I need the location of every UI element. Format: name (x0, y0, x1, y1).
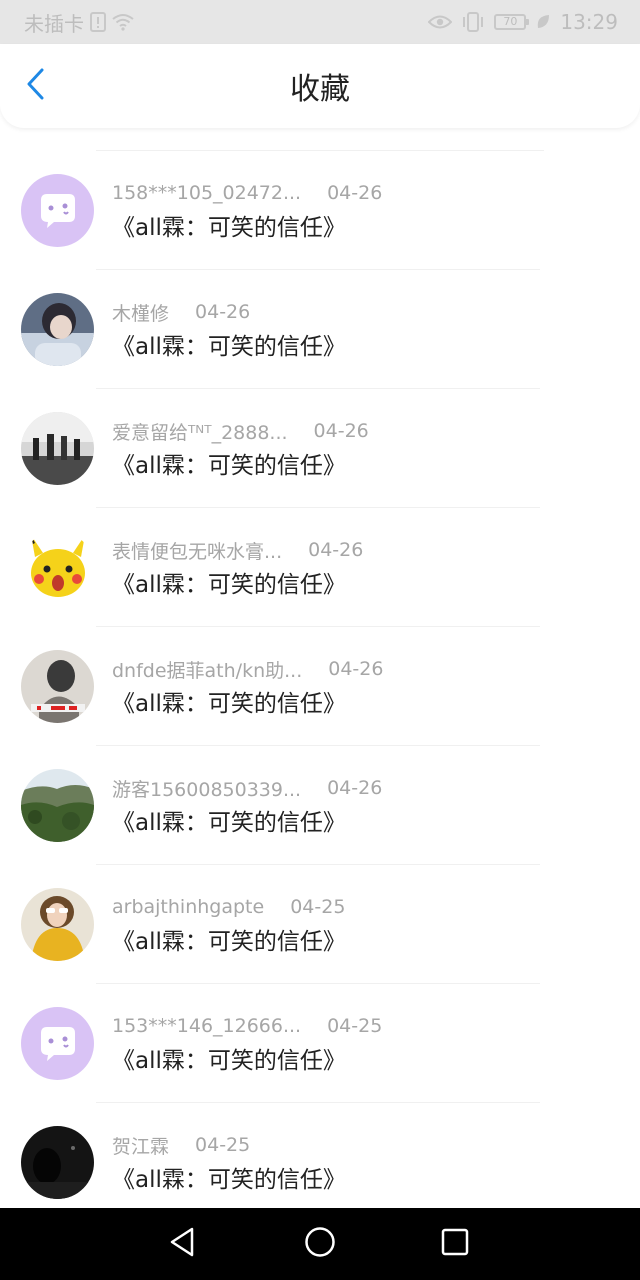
landscape-avatar (21, 769, 94, 842)
photo-avatar (21, 293, 94, 366)
date: 04-26 (308, 539, 364, 561)
username: 贺江霖 (112, 1135, 170, 1158)
item-meta: 158***105_02472... 04-26 (112, 179, 382, 207)
favorites-list: 158***105_02472... 04-26 《all霖：可笑的信任》 木槿… (0, 128, 640, 1208)
item-title: 《all霖：可笑的信任》 (112, 572, 346, 598)
item-meta: 表情便包无咪水膏... 04-26 (112, 536, 363, 564)
leaf-icon (536, 14, 550, 30)
photo-avatar (21, 650, 94, 723)
item-title: 《all霖：可笑的信任》 (112, 1048, 346, 1074)
item-meta: 爱意留给ᵀᴺᵀ_2888... 04-26 (112, 417, 369, 445)
nav-recents-button[interactable] (437, 1226, 473, 1262)
item-meta: arbajthinhgapte 04-25 (112, 893, 345, 921)
status-left: 未插卡 (24, 8, 134, 37)
username: 158***105_02472... (112, 182, 302, 204)
battery-icon: 70 (494, 14, 530, 30)
date: 04-25 (195, 1134, 251, 1156)
date: 04-26 (195, 301, 251, 323)
item-title: 《all霖：可笑的信任》 (112, 929, 346, 955)
navigation-bar (0, 1208, 640, 1280)
item-title: 《all霖：可笑的信任》 (112, 334, 346, 360)
username: 153***146_12666... (112, 1015, 302, 1037)
list-item[interactable]: 158***105_02472... 04-26 《all霖：可笑的信任》 (0, 151, 640, 270)
photo-avatar (21, 412, 94, 485)
nav-back-button[interactable] (164, 1226, 200, 1262)
username: 木槿修 (112, 302, 170, 325)
username: 表情便包无咪水膏... (112, 540, 283, 563)
carrier-label: 未插卡 (24, 11, 84, 36)
pikachu-avatar (21, 531, 94, 604)
date: 04-26 (327, 182, 383, 204)
list-item[interactable]: 爱意留给ᵀᴺᵀ_2888... 04-26 《all霖：可笑的信任》 (0, 389, 640, 508)
mascot-avatar (21, 174, 94, 247)
item-meta: 贺江霖 04-25 (112, 1131, 250, 1159)
item-title: 《all霖：可笑的信任》 (112, 691, 346, 717)
list-item[interactable]: 贺江霖 04-25 《all霖：可笑的信任》 (0, 1103, 640, 1208)
mascot-avatar (21, 1007, 94, 1080)
item-title: 《all霖：可笑的信任》 (112, 810, 346, 836)
list-item[interactable]: 表情便包无咪水膏... 04-26 《all霖：可笑的信任》 (0, 508, 640, 627)
home-circle-icon (304, 1226, 336, 1262)
nav-home-button[interactable] (302, 1226, 338, 1262)
date: 04-26 (327, 777, 383, 799)
list-item[interactable]: 木槿修 04-26 《all霖：可笑的信任》 (0, 270, 640, 389)
photo-avatar (21, 888, 94, 961)
item-title: 《all霖：可笑的信任》 (112, 1167, 346, 1193)
back-triangle-icon (168, 1227, 196, 1261)
list-item[interactable]: 153***146_12666... 04-25 《all霖：可笑的信任》 (0, 984, 640, 1103)
username: 游客15600850339... (112, 778, 302, 801)
item-meta: 游客15600850339... 04-26 (112, 774, 382, 802)
sim-alert-icon (90, 12, 106, 32)
vibrate-icon (462, 12, 484, 32)
page-title: 收藏 (290, 72, 350, 107)
recents-square-icon (441, 1228, 469, 1260)
dark-photo-avatar (21, 1126, 94, 1199)
item-meta: dnfde据菲ath/kn助... 04-26 (112, 655, 383, 683)
clock-label: 13:29 (560, 10, 618, 34)
date: 04-26 (313, 420, 369, 442)
item-title: 《all霖：可笑的信任》 (112, 215, 346, 241)
status-right: 70 13:29 (428, 10, 618, 34)
username: dnfde据菲ath/kn助... (112, 659, 303, 682)
username: 爱意留给ᵀᴺᵀ_2888... (112, 421, 288, 444)
list-item[interactable]: 游客15600850339... 04-26 《all霖：可笑的信任》 (0, 746, 640, 865)
eye-icon (428, 14, 453, 30)
date: 04-26 (328, 658, 384, 680)
date: 04-25 (327, 1015, 383, 1037)
date: 04-25 (290, 896, 346, 918)
list-item[interactable]: arbajthinhgapte 04-25 《all霖：可笑的信任》 (0, 865, 640, 984)
list-item[interactable]: dnfde据菲ath/kn助... 04-26 《all霖：可笑的信任》 (0, 627, 640, 746)
wifi-icon (112, 13, 134, 31)
item-title: 《all霖：可笑的信任》 (112, 453, 346, 479)
item-meta: 153***146_12666... 04-25 (112, 1012, 382, 1040)
status-bar: 未插卡 70 13:29 (0, 0, 640, 44)
header: 收藏 (0, 44, 640, 128)
item-meta: 木槿修 04-26 (112, 298, 250, 326)
username: arbajthinhgapte (112, 896, 265, 918)
